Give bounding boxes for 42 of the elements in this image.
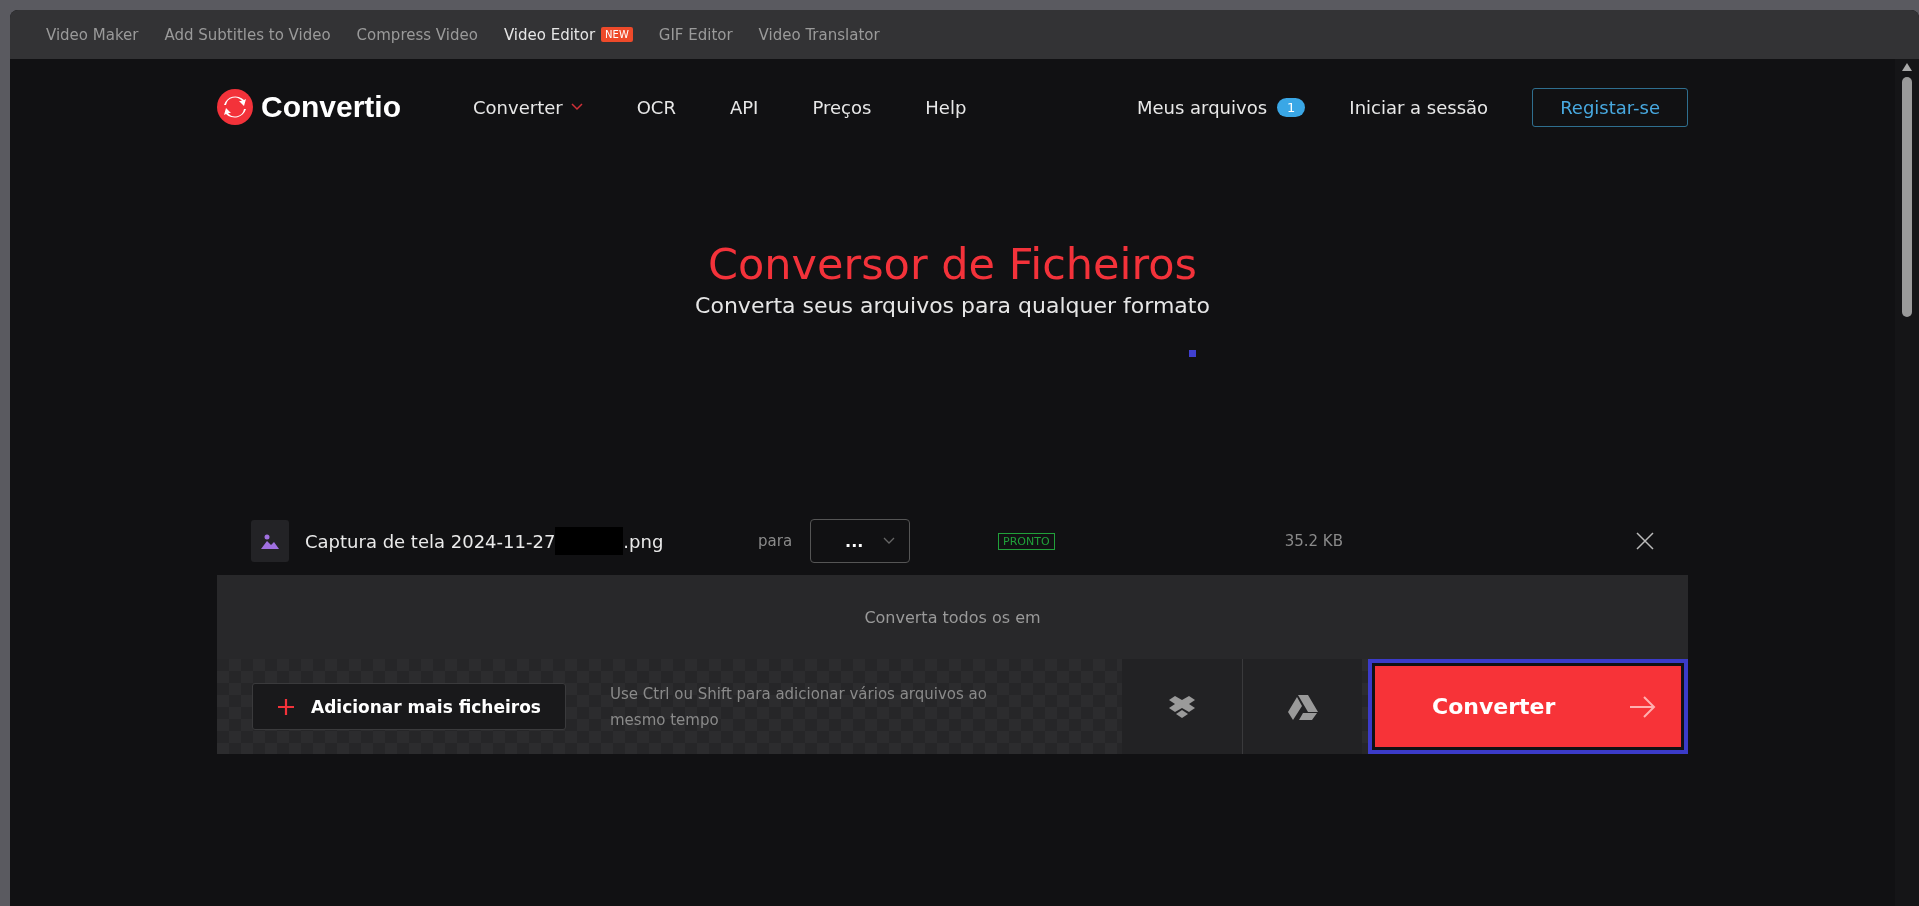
nav-link[interactable]: Converter (473, 96, 583, 118)
plus-icon (277, 697, 295, 716)
nav-link[interactable]: OCR (636, 96, 676, 118)
file-size: 35.2 KB (1284, 532, 1344, 550)
page-title: Conversor de Ficheiros (708, 239, 1197, 289)
cursor-mark (1189, 350, 1196, 357)
to-label: para (758, 532, 793, 550)
arrow-right-icon (1630, 695, 1656, 718)
image-file-icon (251, 520, 289, 562)
top-tab[interactable]: Video Maker (46, 25, 139, 44)
nav-link[interactable]: Help (925, 96, 967, 118)
chevron-down-icon (883, 537, 896, 545)
convert-button[interactable]: Converter (1368, 659, 1688, 754)
top-tab[interactable]: Video Editor NEW (503, 25, 633, 44)
nav-link[interactable]: Preços (812, 96, 872, 118)
top-tab[interactable]: Add Subtitles to Video (164, 25, 331, 44)
convert-all-label: Converta todos os em (864, 607, 1041, 627)
top-tab[interactable]: GIF Editor (658, 25, 733, 44)
register-button[interactable]: Registar-se (1532, 87, 1688, 127)
logo-icon (217, 89, 253, 125)
logo-text: Convertio (261, 90, 401, 124)
top-tab[interactable]: Video Translator (758, 25, 880, 44)
top-tab[interactable]: Compress Video (356, 25, 478, 44)
close-icon[interactable] (1636, 532, 1654, 550)
hint-text: Use Ctrl ou Shift para adicionar vários arquivos ao mesmo tempo (610, 683, 988, 731)
my-files-link[interactable]: Meus arquivos 1 (1136, 96, 1306, 118)
format-select[interactable]: ... (810, 519, 911, 563)
dropbox-icon (1168, 694, 1196, 719)
nav-link[interactable]: API (729, 96, 759, 118)
scrollbar-thumb[interactable] (1902, 77, 1912, 317)
dropbox-button[interactable] (1122, 659, 1242, 754)
page-subtitle: Converta seus arquivos para qualquer formato (695, 293, 1210, 318)
file-name: Captura de tela 2024-11-27 .png (305, 527, 758, 555)
chevron-down-icon (570, 103, 583, 111)
login-link[interactable]: Iniciar a sessão (1349, 96, 1489, 118)
file-count-badge: 1 (1277, 97, 1306, 117)
add-files-button[interactable]: Adicionar mais ficheiros (252, 683, 566, 730)
triangle-drive-icon (1287, 693, 1318, 720)
drive-button[interactable] (1242, 659, 1362, 754)
scroll-up-icon[interactable] (1902, 63, 1912, 71)
new-badge: NEW (601, 27, 633, 42)
status-badge: PRONTO (998, 532, 1055, 550)
